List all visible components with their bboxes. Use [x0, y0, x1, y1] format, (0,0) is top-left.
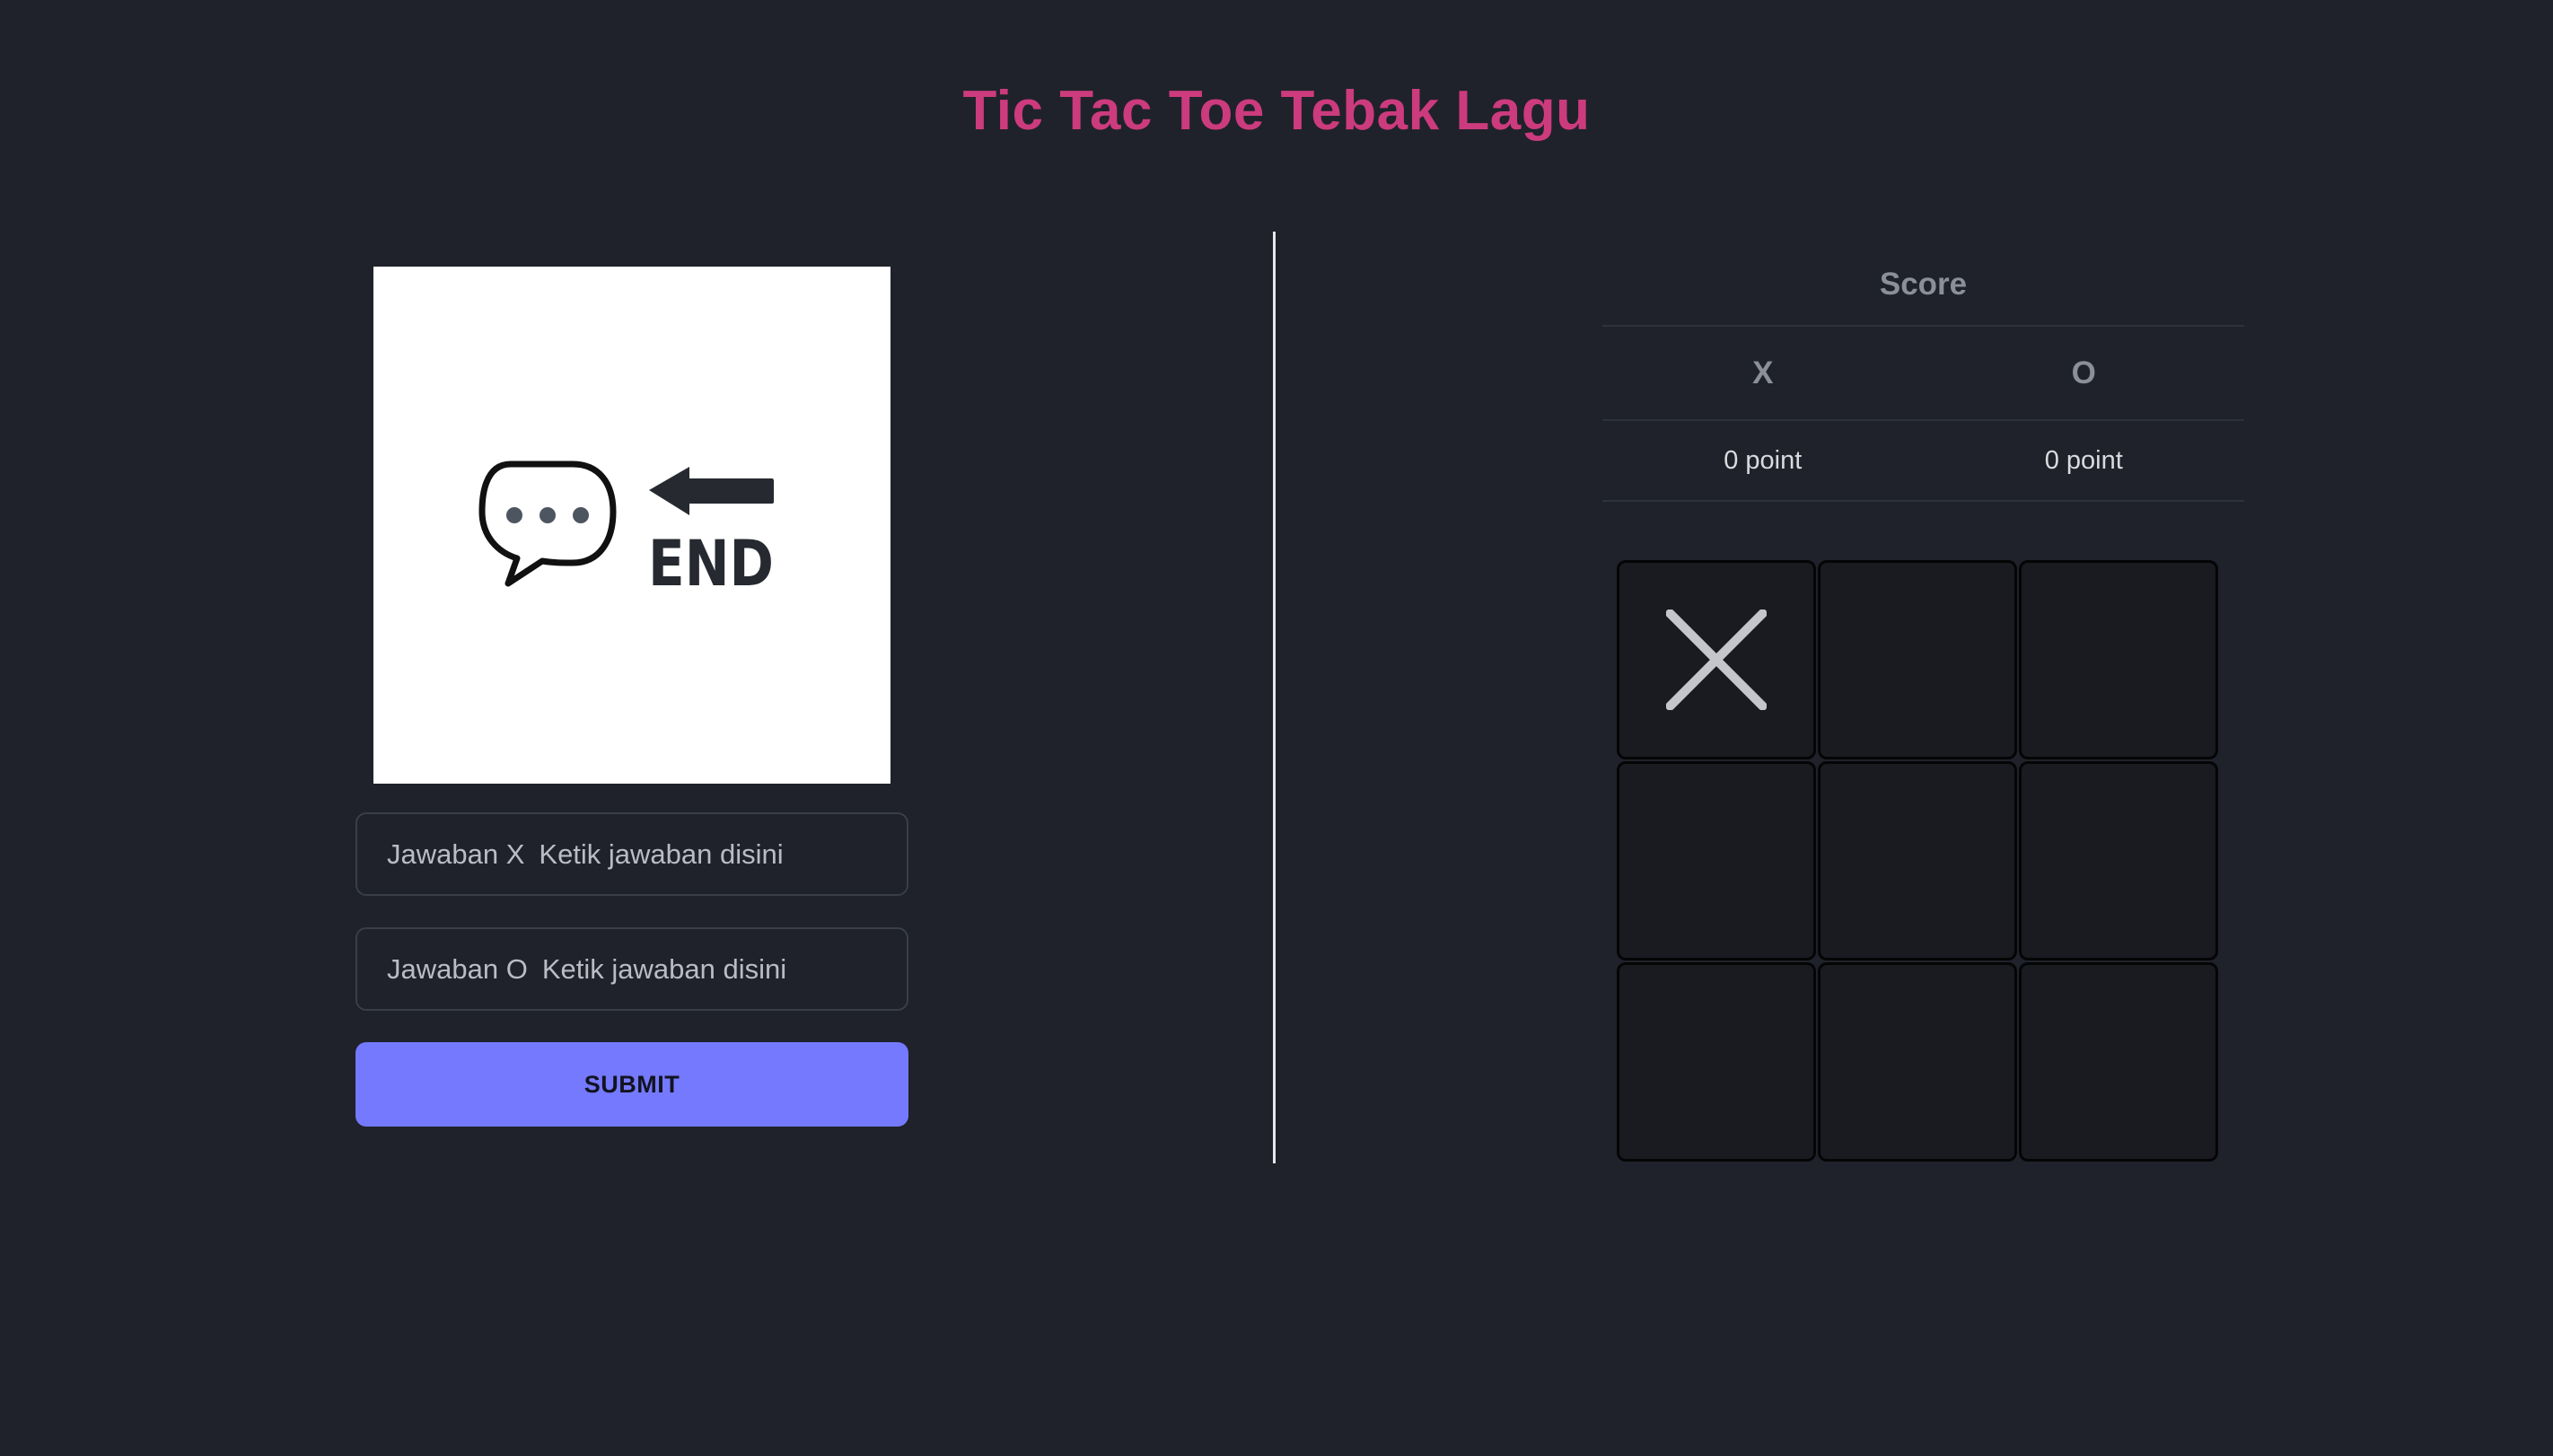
- score-points-row: 0 point 0 point: [1602, 421, 2244, 502]
- answer-o-label: Jawaban O: [387, 952, 528, 985]
- answer-x-field[interactable]: Jawaban X: [355, 812, 908, 896]
- player-x-points: 0 point: [1724, 445, 1803, 475]
- board-cell-1[interactable]: [1617, 560, 1816, 759]
- board-cell-8[interactable]: [1818, 962, 2017, 1162]
- board-cell-3[interactable]: [2019, 560, 2218, 759]
- answer-o-field[interactable]: Jawaban O: [355, 927, 908, 1011]
- game-page: Tic Tac Toe Tebak Lagu END Jawaban X Jaw…: [0, 0, 2553, 1456]
- board-cell-6[interactable]: [2019, 761, 2218, 960]
- answer-x-label: Jawaban X: [387, 838, 525, 870]
- game-board: [1617, 560, 2218, 1162]
- player-o-name: O: [2071, 355, 2096, 390]
- song-image: END: [373, 267, 890, 784]
- board-cell-2[interactable]: [1818, 560, 2017, 759]
- score-title: Score: [1602, 244, 2244, 327]
- board-cell-5[interactable]: [1818, 761, 2017, 960]
- x-mark-icon: [1666, 610, 1767, 710]
- board-cell-4[interactable]: [1617, 761, 1816, 960]
- player-x-name: X: [1752, 355, 1774, 390]
- board-cell-7[interactable]: [1617, 962, 1816, 1162]
- player-o-points: 0 point: [2044, 445, 2123, 475]
- page-title: Tic Tac Toe Tebak Lagu: [962, 80, 1591, 142]
- submit-button[interactable]: SUBMIT: [355, 1042, 908, 1127]
- score-table: Score X O 0 point 0 point: [1602, 244, 2244, 502]
- speech-bubble-end-icon: END: [478, 460, 774, 601]
- end-label: END: [648, 527, 774, 601]
- panel-divider: [1273, 232, 1276, 1163]
- answer-x-input[interactable]: [539, 838, 907, 871]
- score-player-row: X O: [1602, 327, 2244, 421]
- board-cell-9[interactable]: [2019, 962, 2218, 1162]
- answer-o-input[interactable]: [541, 952, 907, 986]
